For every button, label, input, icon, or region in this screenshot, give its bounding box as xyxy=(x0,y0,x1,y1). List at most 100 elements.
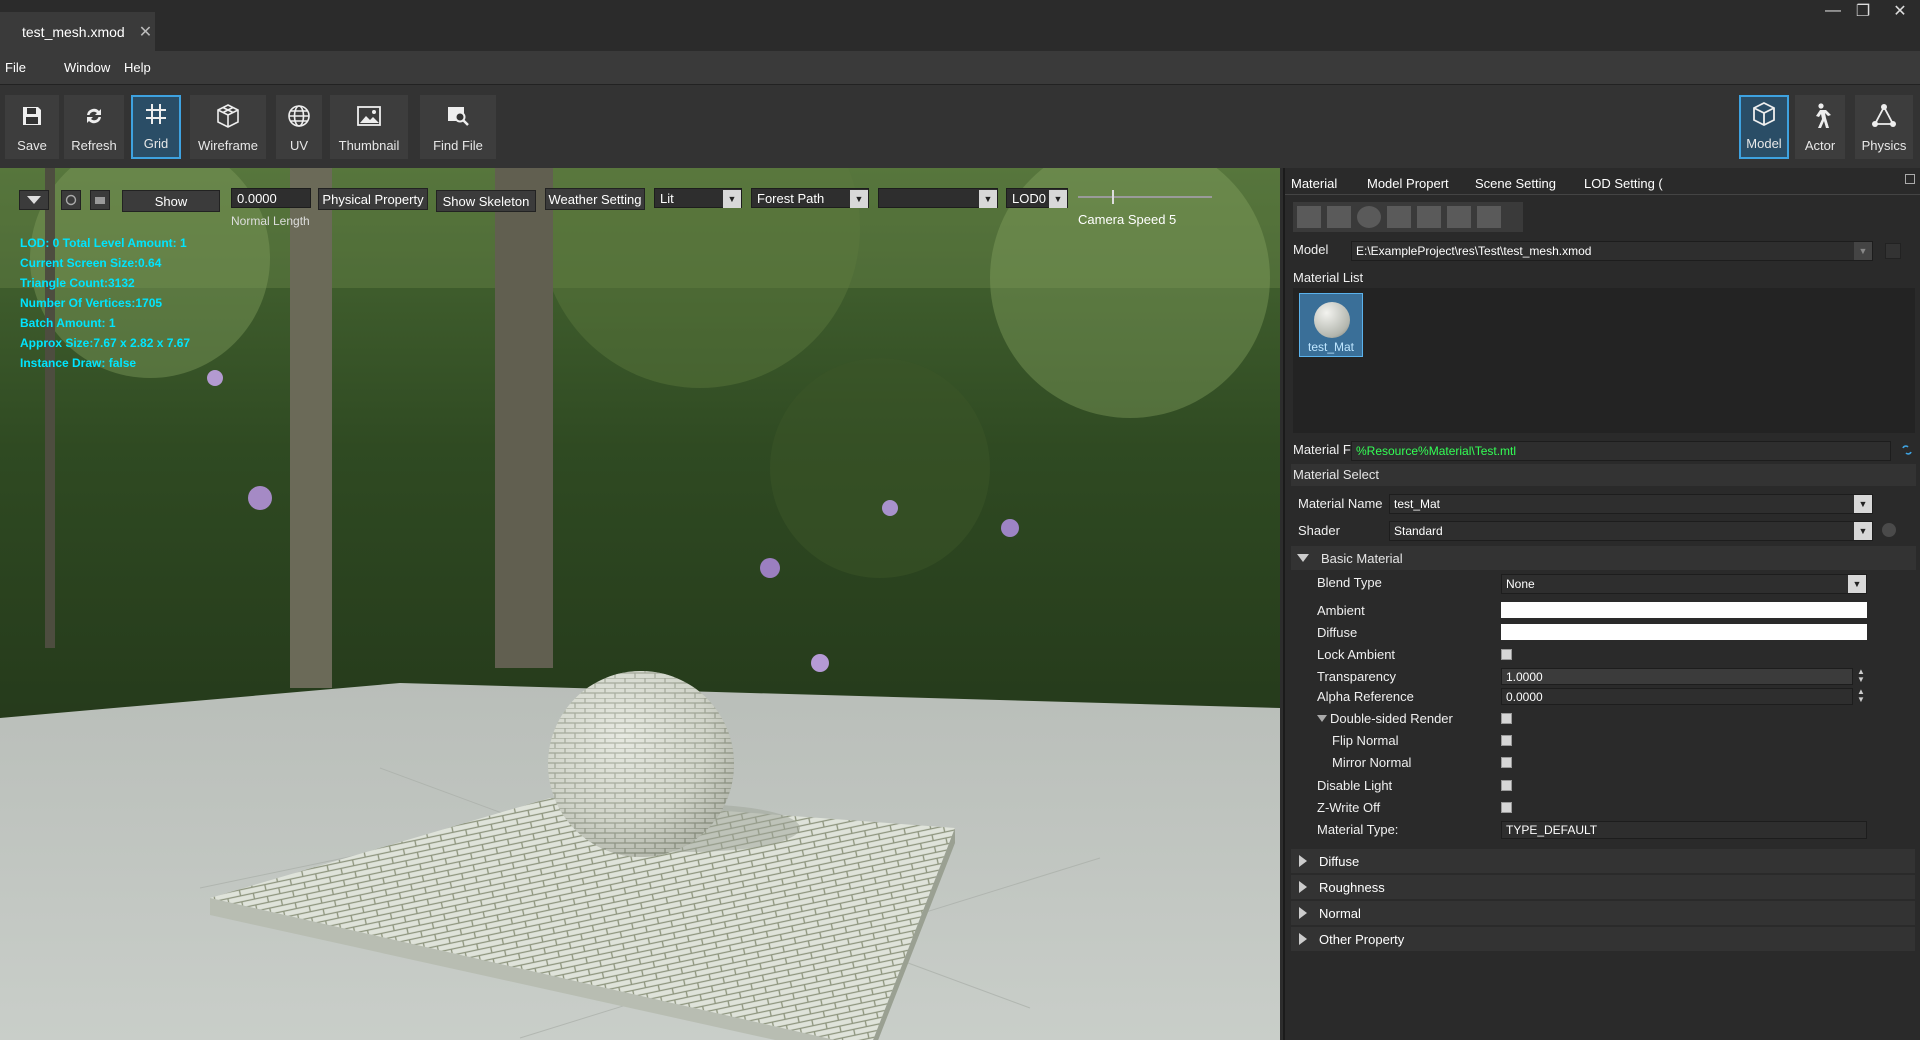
link-icon[interactable] xyxy=(1901,444,1913,456)
section-other-property[interactable]: Other Property xyxy=(1291,927,1915,951)
refresh-button[interactable]: Refresh xyxy=(64,95,124,159)
environment-select[interactable]: Forest Path ▼ xyxy=(751,188,869,208)
alpha-reference-input[interactable]: 0.0000 xyxy=(1501,688,1853,705)
edit-material-icon[interactable] xyxy=(1417,206,1441,228)
viewport-menu-button[interactable] xyxy=(19,190,49,210)
thumbnail-button[interactable]: Thumbnail xyxy=(330,95,408,159)
shader-label: Shader xyxy=(1298,523,1340,538)
stat-vertices: Number Of Vertices:1705 xyxy=(20,296,163,310)
mirror-normal-checkbox[interactable] xyxy=(1501,757,1512,768)
refresh-icon xyxy=(80,102,108,130)
rotate-icon xyxy=(65,194,77,206)
document-tab[interactable]: test_mesh.xmod ✕ xyxy=(0,12,155,51)
lod-select[interactable]: LOD0 ▼ xyxy=(1006,188,1068,208)
section-diffuse-label: Diffuse xyxy=(1319,853,1360,869)
blend-type-label: Blend Type xyxy=(1317,575,1382,590)
z-write-off-checkbox[interactable] xyxy=(1501,802,1512,813)
rotate-view-button[interactable] xyxy=(61,190,81,210)
alpha-reference-spinner[interactable]: ▲ ▼ xyxy=(1857,688,1865,704)
save-material-icon[interactable] xyxy=(1387,206,1411,228)
uv-button[interactable]: UV xyxy=(276,95,322,159)
add-material-icon[interactable] xyxy=(1297,206,1321,228)
3d-viewport[interactable]: Show 0.0000 Normal Length Physical Prope… xyxy=(0,168,1280,1040)
blend-type-select[interactable]: None ▼ xyxy=(1501,574,1867,594)
stat-lod: LOD: 0 Total Level Amount: 1 xyxy=(20,236,187,250)
camera-speed-handle[interactable] xyxy=(1112,190,1114,204)
tab-close-icon[interactable]: ✕ xyxy=(139,22,152,42)
pick-material-icon[interactable] xyxy=(1327,206,1351,228)
basic-material-header[interactable]: Basic Material xyxy=(1291,546,1916,570)
material-icon-toolbar xyxy=(1293,202,1523,232)
material-file-label: Material F xyxy=(1293,442,1351,457)
save-button[interactable]: Save xyxy=(5,95,59,159)
diffuse-color-swatch[interactable] xyxy=(1501,624,1867,640)
stat-screen-size: Current Screen Size:0.64 xyxy=(20,256,162,270)
transparency-spinner[interactable]: ▲ ▼ xyxy=(1857,668,1865,684)
material-settings-icon[interactable] xyxy=(1477,206,1501,228)
menu-file[interactable]: File xyxy=(5,60,26,75)
show-skeleton-button[interactable]: Show Skeleton xyxy=(436,190,536,212)
material-name-select[interactable]: test_Mat ▼ xyxy=(1389,494,1873,514)
ambient-color-swatch[interactable] xyxy=(1501,602,1867,618)
physical-property-button[interactable]: Physical Property xyxy=(318,188,428,210)
stat-triangle-count: Triangle Count:3132 xyxy=(20,276,135,290)
menu-window[interactable]: Window xyxy=(64,60,110,75)
material-name-label: Material Name xyxy=(1298,496,1383,511)
section-normal[interactable]: Normal xyxy=(1291,901,1915,925)
find-file-icon xyxy=(444,102,472,130)
lighting-mode-select[interactable]: Lit ▼ xyxy=(654,188,742,208)
find-file-button[interactable]: Find File xyxy=(420,95,496,159)
physics-nodes-icon xyxy=(1870,102,1898,130)
screenshot-view-button[interactable] xyxy=(90,190,110,210)
tab-scene-setting[interactable]: Scene Setting xyxy=(1475,172,1556,194)
camera-speed-slider[interactable] xyxy=(1078,190,1212,204)
material-file-field[interactable]: %Resource%Material\Test.mtl xyxy=(1351,441,1891,461)
section-roughness[interactable]: Roughness xyxy=(1291,875,1915,899)
lock-ambient-checkbox[interactable] xyxy=(1501,649,1512,660)
tab-title: test_mesh.xmod xyxy=(22,23,125,40)
physics-mode-button[interactable]: Physics xyxy=(1855,95,1913,159)
material-list-item[interactable]: test_Mat xyxy=(1299,293,1363,357)
main-toolbar: Save Refresh Grid Wireframe UV Thumbnail xyxy=(0,84,1920,168)
stat-batch-amount: Batch Amount: 1 xyxy=(20,316,116,330)
model-label: Model xyxy=(1293,242,1329,257)
material-type-field[interactable]: TYPE_DEFAULT xyxy=(1501,821,1867,839)
refresh-label: Refresh xyxy=(71,138,117,153)
open-folder-icon[interactable] xyxy=(1447,206,1471,228)
double-sided-render-checkbox[interactable] xyxy=(1501,713,1512,724)
chevron-down-icon: ▼ xyxy=(1854,522,1872,540)
grid-button[interactable]: Grid xyxy=(131,95,181,159)
model-mode-button[interactable]: Model xyxy=(1739,95,1789,159)
flip-normal-checkbox[interactable] xyxy=(1501,735,1512,746)
lock-ambient-label: Lock Ambient xyxy=(1317,647,1396,662)
chevron-down-icon: ▼ xyxy=(1854,495,1872,513)
close-button[interactable]: ✕ xyxy=(1885,0,1915,22)
blend-type-value: None xyxy=(1506,577,1535,591)
tab-lod-setting[interactable]: LOD Setting ( xyxy=(1584,172,1663,194)
reset-material-icon[interactable] xyxy=(1357,206,1381,228)
wireframe-button[interactable]: Wireframe xyxy=(190,95,266,159)
menu-help[interactable]: Help xyxy=(124,60,151,75)
expand-triangle-icon xyxy=(1299,907,1307,919)
minimize-button[interactable]: — xyxy=(1818,0,1848,22)
chevron-down-icon: ▼ xyxy=(1848,575,1866,593)
expand-triangle-icon xyxy=(1299,855,1307,867)
browse-model-icon[interactable] xyxy=(1885,243,1901,259)
panel-pin-icon[interactable] xyxy=(1905,174,1915,184)
double-sided-render-row[interactable]: Double-sided Render xyxy=(1317,711,1453,726)
normal-length-input[interactable]: 0.0000 xyxy=(231,188,311,208)
disable-light-checkbox[interactable] xyxy=(1501,780,1512,791)
weather-setting-button[interactable]: Weather Setting xyxy=(545,188,645,210)
section-diffuse[interactable]: Diffuse xyxy=(1291,849,1915,873)
empty-select[interactable]: ▼ xyxy=(878,188,998,208)
tab-material[interactable]: Material xyxy=(1291,172,1337,194)
show-button[interactable]: Show xyxy=(122,190,220,212)
shader-settings-icon[interactable] xyxy=(1882,523,1896,537)
actor-mode-button[interactable]: Actor xyxy=(1795,95,1845,159)
model-path-field[interactable]: E:\ExampleProject\res\Test\test_mesh.xmo… xyxy=(1351,241,1873,261)
transparency-input[interactable]: 1.0000 xyxy=(1501,668,1853,685)
flip-normal-label: Flip Normal xyxy=(1332,733,1399,748)
shader-select[interactable]: Standard ▼ xyxy=(1389,521,1873,541)
tab-model-property[interactable]: Model Propert xyxy=(1367,172,1449,194)
restore-button[interactable]: ❐ xyxy=(1848,0,1878,22)
